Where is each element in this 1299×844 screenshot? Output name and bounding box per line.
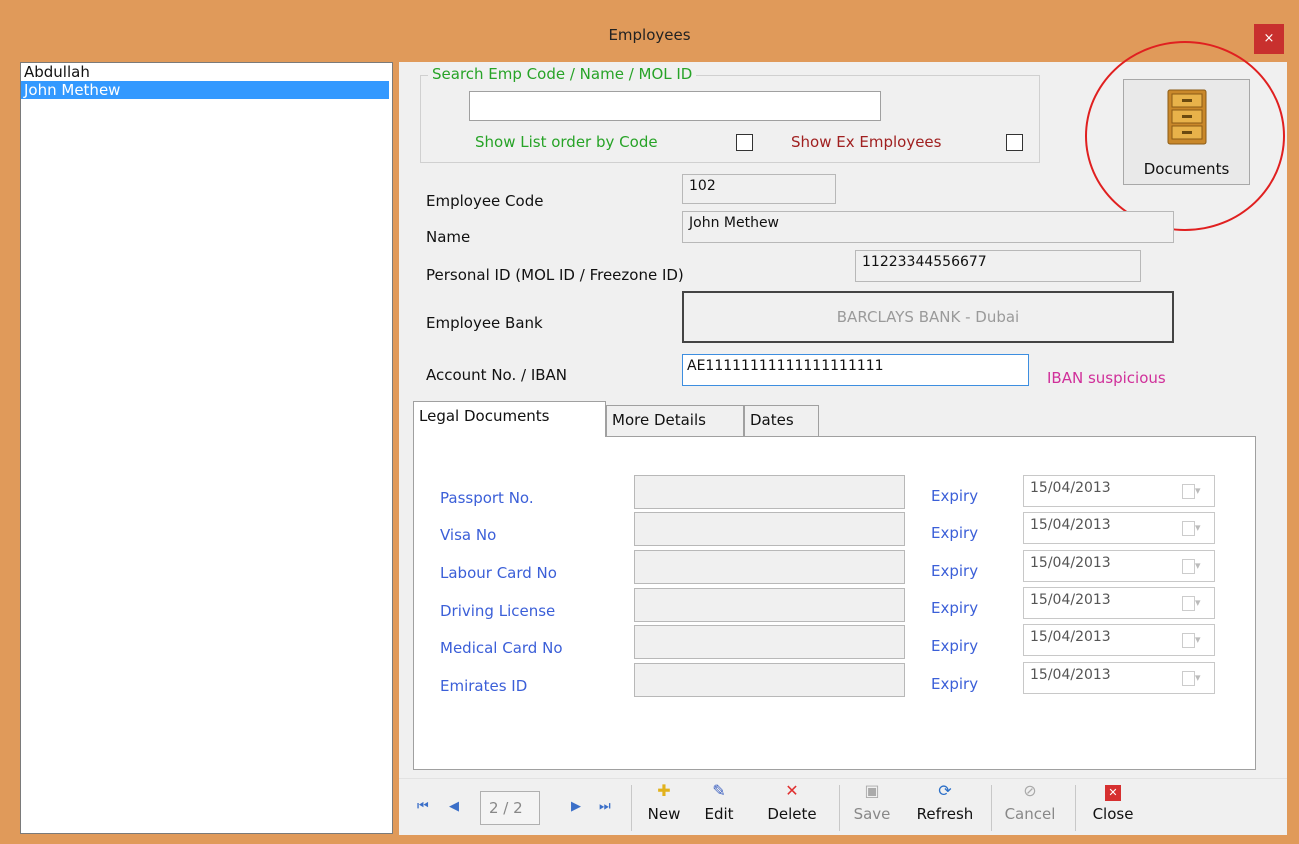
new-button-label: New bbox=[647, 805, 681, 823]
show-ex-employees-label: Show Ex Employees bbox=[791, 133, 942, 151]
show-order-by-code-label: Show List order by Code bbox=[475, 133, 658, 151]
medical-card-label: Medical Card No bbox=[440, 639, 563, 657]
driving-license-expiry-date[interactable]: 15/04/2013 ▾ bbox=[1023, 587, 1215, 619]
employee-list[interactable]: Abdullah John Methew bbox=[20, 62, 393, 834]
visa-field[interactable] bbox=[634, 512, 905, 546]
navigation-toolbar: ⏮ ◀ 2 / 2 ▶ ⏭ ✚ New ✎ Edit ✕ Delete ▣ Sa… bbox=[399, 778, 1287, 835]
calendar-dropdown-icon[interactable]: ▾ bbox=[1182, 595, 1208, 611]
iban-input[interactable]: AE11111111111111111111 bbox=[682, 354, 1029, 386]
medical-card-expiry-date[interactable]: 15/04/2013 ▾ bbox=[1023, 624, 1215, 656]
visa-expiry-date[interactable]: 15/04/2013 ▾ bbox=[1023, 512, 1215, 544]
medical-card-expiry-label: Expiry bbox=[931, 637, 979, 655]
documents-button[interactable]: Documents bbox=[1123, 79, 1250, 185]
plus-icon: ✚ bbox=[657, 781, 671, 800]
refresh-button-label: Refresh bbox=[916, 805, 974, 823]
cancel-button-label: Cancel bbox=[1004, 805, 1056, 823]
title-bar: Employees × bbox=[0, 0, 1299, 58]
filing-cabinet-icon bbox=[1167, 89, 1207, 145]
employee-form: Search Emp Code / Name / MOL ID Show Lis… bbox=[399, 41, 1287, 835]
visa-expiry-value: 15/04/2013 bbox=[1030, 517, 1111, 533]
save-button[interactable]: ▣ Save bbox=[849, 779, 895, 835]
driving-license-label: Driving License bbox=[440, 602, 556, 620]
window-title: Employees bbox=[608, 26, 691, 44]
search-input[interactable] bbox=[469, 91, 881, 121]
passport-field[interactable] bbox=[634, 475, 905, 509]
next-record-icon[interactable]: ▶ bbox=[571, 799, 581, 814]
driving-license-expiry-label: Expiry bbox=[931, 599, 979, 617]
emirates-id-label: Emirates ID bbox=[440, 677, 528, 695]
window-close-button[interactable]: × bbox=[1254, 24, 1284, 54]
show-ex-employees-checkbox[interactable] bbox=[1006, 134, 1023, 151]
tab-more-details[interactable]: More Details bbox=[606, 405, 744, 437]
passport-expiry-label: Expiry bbox=[931, 487, 979, 505]
pencil-icon: ✎ bbox=[712, 781, 726, 800]
first-record-icon[interactable]: ⏮ bbox=[417, 799, 429, 814]
refresh-button[interactable]: ⟳ Refresh bbox=[907, 779, 983, 835]
employees-window: Employees × Abdullah John Methew Search … bbox=[0, 0, 1299, 844]
close-box-icon: ✕ bbox=[1105, 785, 1121, 801]
calendar-dropdown-icon[interactable]: ▾ bbox=[1182, 483, 1208, 499]
driving-license-expiry-value: 15/04/2013 bbox=[1030, 592, 1111, 608]
show-order-by-code-checkbox[interactable] bbox=[736, 134, 753, 151]
delete-button-label: Delete bbox=[767, 805, 817, 823]
calendar-dropdown-icon[interactable]: ▾ bbox=[1182, 632, 1208, 648]
new-button[interactable]: ✚ New bbox=[639, 779, 689, 835]
passport-expiry-date[interactable]: 15/04/2013 ▾ bbox=[1023, 475, 1215, 507]
toolbar-separator bbox=[1075, 785, 1076, 831]
delete-button[interactable]: ✕ Delete bbox=[757, 779, 827, 835]
calendar-dropdown-icon[interactable]: ▾ bbox=[1182, 520, 1208, 536]
close-button-label: Close bbox=[1092, 805, 1134, 823]
tab-legal-documents[interactable]: Legal Documents bbox=[413, 401, 606, 437]
driving-license-field[interactable] bbox=[634, 588, 905, 622]
visa-label: Visa No bbox=[440, 526, 497, 544]
list-item[interactable]: Abdullah bbox=[21, 63, 389, 81]
calendar-dropdown-icon[interactable]: ▾ bbox=[1182, 670, 1208, 686]
emirates-id-expiry-date[interactable]: 15/04/2013 ▾ bbox=[1023, 662, 1215, 694]
labour-card-expiry-date[interactable]: 15/04/2013 ▾ bbox=[1023, 550, 1215, 582]
refresh-icon: ⟳ bbox=[938, 781, 952, 800]
iban-warning: IBAN suspicious bbox=[1047, 369, 1166, 387]
personal-id-label: Personal ID (MOL ID / Freezone ID) bbox=[426, 266, 684, 284]
labour-card-expiry-value: 15/04/2013 bbox=[1030, 555, 1111, 571]
iban-label: Account No. / IBAN bbox=[426, 366, 568, 384]
medical-card-field[interactable] bbox=[634, 625, 905, 659]
close-button[interactable]: ✕ Close bbox=[1085, 779, 1141, 835]
toolbar-separator bbox=[839, 785, 840, 831]
cancel-button[interactable]: ⊘ Cancel bbox=[999, 779, 1061, 835]
name-field[interactable]: John Methew bbox=[682, 211, 1174, 243]
personal-id-field[interactable]: 11223344556677 bbox=[855, 250, 1141, 282]
emirates-id-expiry-label: Expiry bbox=[931, 675, 979, 693]
documents-button-label: Documents bbox=[1143, 160, 1230, 178]
floppy-icon: ▣ bbox=[864, 781, 880, 800]
search-legend: Search Emp Code / Name / MOL ID bbox=[428, 65, 697, 83]
edit-button-label: Edit bbox=[704, 805, 734, 823]
x-icon: ✕ bbox=[785, 781, 799, 800]
emirates-id-expiry-value: 15/04/2013 bbox=[1030, 667, 1111, 683]
last-record-icon[interactable]: ⏭ bbox=[599, 799, 611, 814]
labour-card-expiry-label: Expiry bbox=[931, 562, 979, 580]
employee-code-label: Employee Code bbox=[426, 192, 544, 210]
labour-card-field[interactable] bbox=[634, 550, 905, 584]
passport-expiry-value: 15/04/2013 bbox=[1030, 480, 1111, 496]
medical-card-expiry-value: 15/04/2013 bbox=[1030, 629, 1111, 645]
name-label: Name bbox=[426, 228, 471, 246]
labour-card-label: Labour Card No bbox=[440, 564, 557, 582]
emirates-id-field[interactable] bbox=[634, 663, 905, 697]
calendar-dropdown-icon[interactable]: ▾ bbox=[1182, 558, 1208, 574]
cancel-icon: ⊘ bbox=[1023, 781, 1037, 800]
toolbar-separator bbox=[631, 785, 632, 831]
employee-bank-label: Employee Bank bbox=[426, 314, 543, 332]
employee-code-field[interactable]: 102 bbox=[682, 174, 836, 204]
list-item-selected[interactable]: John Methew bbox=[21, 81, 389, 99]
employee-bank-button[interactable]: BARCLAYS BANK - Dubai bbox=[682, 291, 1174, 343]
tab-dates[interactable]: Dates bbox=[744, 405, 819, 437]
edit-button[interactable]: ✎ Edit bbox=[699, 779, 739, 835]
passport-label: Passport No. bbox=[440, 489, 534, 507]
save-button-label: Save bbox=[853, 805, 891, 823]
previous-record-icon[interactable]: ◀ bbox=[449, 799, 459, 814]
toolbar-separator bbox=[991, 785, 992, 831]
visa-expiry-label: Expiry bbox=[931, 524, 979, 542]
legal-documents-panel: Passport No. Expiry 15/04/2013 ▾ Visa No … bbox=[413, 436, 1256, 770]
page-indicator: 2 / 2 bbox=[480, 791, 540, 825]
